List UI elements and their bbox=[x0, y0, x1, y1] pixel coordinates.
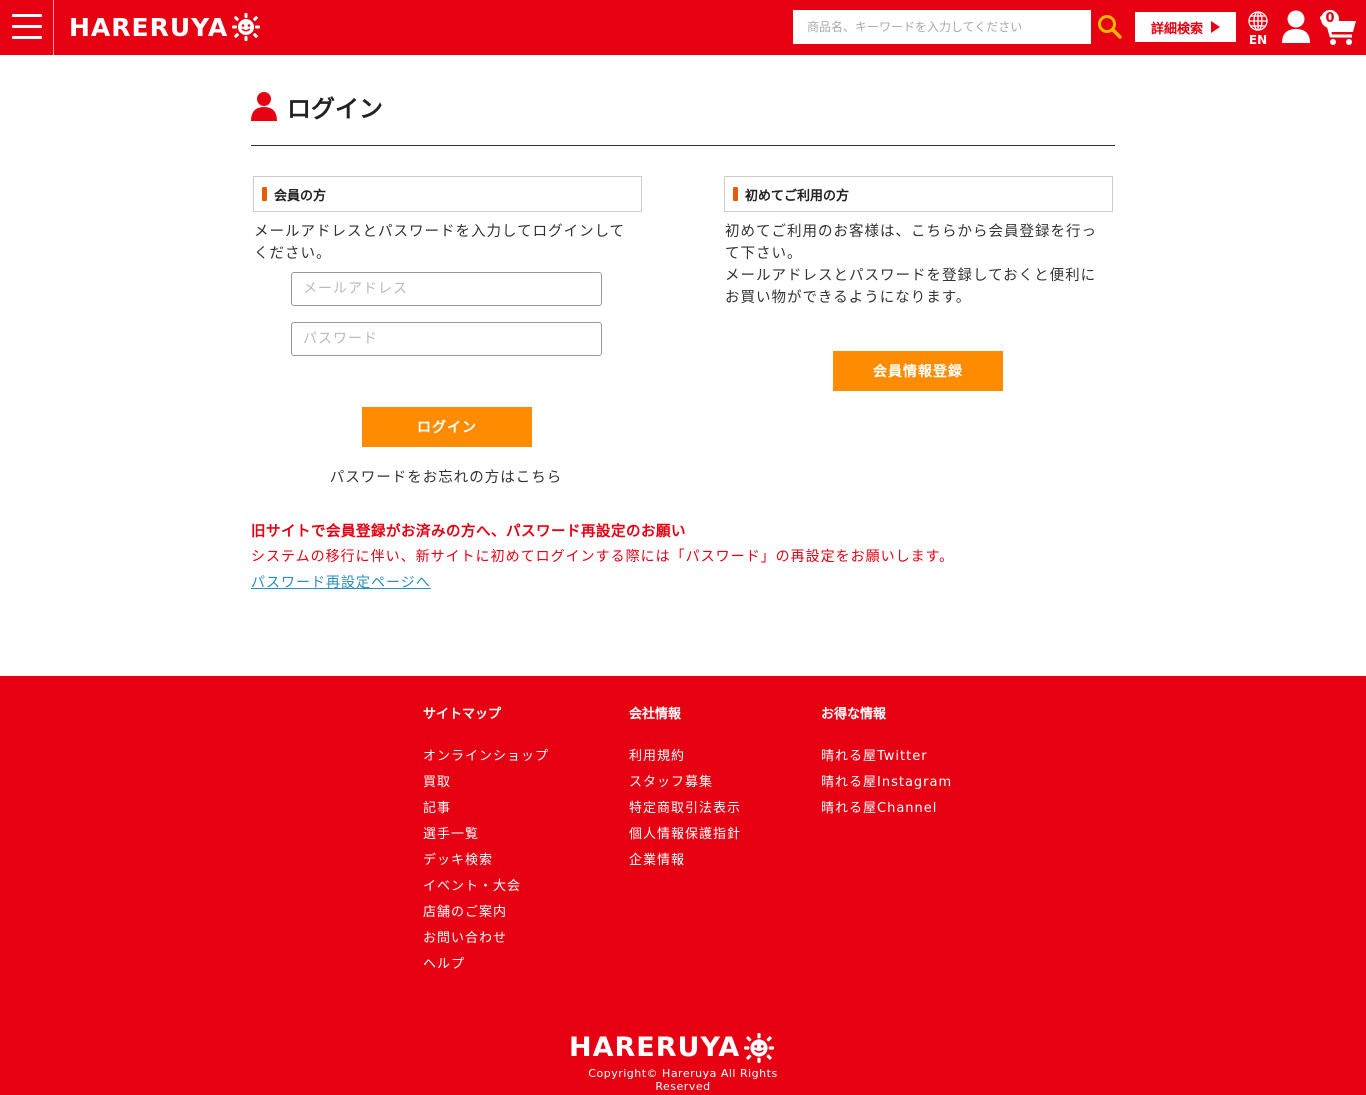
footer-link-list: オンラインショップ 買取 記事 選手一覧 デッキ検索 イベント・大会 店舗のご案… bbox=[423, 747, 549, 981]
notice-body: システムの移行に伴い、新サイトに初めてログインする際には「パスワード」の再設定を… bbox=[251, 549, 955, 565]
hamburger-line bbox=[12, 25, 42, 28]
search-input[interactable] bbox=[793, 10, 1091, 44]
new-user-heading-text: 初めてご利用の方 bbox=[745, 188, 850, 204]
password-field[interactable] bbox=[291, 322, 602, 356]
password-reset-link[interactable]: パスワード再設定ページへ bbox=[251, 572, 431, 592]
cart-count-badge: 0 bbox=[1321, 10, 1339, 28]
language-switch[interactable]: EN bbox=[1246, 10, 1270, 48]
footer-link[interactable]: 特定商取引法表示 bbox=[629, 799, 741, 825]
footer-column-title: サイトマップ bbox=[423, 707, 502, 722]
forgot-password-link[interactable]: パスワードをお忘れの方はこちら bbox=[251, 466, 641, 487]
search-icon bbox=[1098, 15, 1122, 39]
account-button[interactable] bbox=[1280, 9, 1312, 45]
hamburger-line bbox=[12, 36, 42, 39]
footer-column-title: 会社情報 bbox=[629, 707, 682, 722]
cart-button[interactable]: 0 bbox=[1318, 8, 1360, 48]
footer-link[interactable]: 記事 bbox=[423, 799, 549, 825]
footer-column-title: お得な情報 bbox=[821, 707, 887, 722]
footer-column-sitemap: サイトマップ オンラインショップ 買取 記事 選手一覧 デッキ検索 イベント・大… bbox=[423, 705, 549, 981]
site-header: HARERUYA 詳細検索 bbox=[0, 0, 1366, 55]
footer-link[interactable]: 選手一覧 bbox=[423, 825, 549, 851]
new-user-description: 初めてご利用のお客様は、こちらから会員登録を行っ て下さい。 メールアドレスとパ… bbox=[725, 221, 1125, 309]
play-arrow-icon bbox=[1211, 21, 1220, 33]
menu-button[interactable] bbox=[0, 0, 54, 55]
sun-mascot-icon bbox=[232, 13, 261, 41]
footer-column-deals: お得な情報 晴れる屋Twitter 晴れる屋Instagram 晴れる屋Chan… bbox=[821, 705, 952, 825]
advanced-search-button[interactable]: 詳細検索 bbox=[1135, 12, 1236, 42]
footer-link[interactable]: イベント・大会 bbox=[423, 877, 549, 903]
footer-link[interactable]: 店舗のご案内 bbox=[423, 903, 549, 929]
footer-link-list: 晴れる屋Twitter 晴れる屋Instagram 晴れる屋Channel bbox=[821, 747, 952, 825]
footer-link[interactable]: 個人情報保護指針 bbox=[629, 825, 741, 851]
member-heading-text: 会員の方 bbox=[274, 188, 327, 204]
footer-link[interactable]: 企業情報 bbox=[629, 851, 741, 877]
user-icon bbox=[1282, 10, 1310, 43]
search-button[interactable] bbox=[1095, 12, 1125, 42]
member-description-line: ください。 bbox=[254, 246, 332, 262]
hamburger-line bbox=[12, 14, 42, 17]
member-description-line: メールアドレスとパスワードを入力してログインして bbox=[254, 224, 626, 240]
new-user-description-line: て下さい。 bbox=[725, 246, 803, 262]
footer-link[interactable]: オンラインショップ bbox=[423, 747, 549, 773]
footer-column-company: 会社情報 利用規約 スタッフ募集 特定商取引法表示 個人情報保護指針 企業情報 bbox=[629, 705, 741, 877]
sun-mascot-icon bbox=[744, 1032, 775, 1063]
footer-logo-text: HARERUYA bbox=[569, 1032, 741, 1063]
user-icon bbox=[251, 92, 277, 121]
register-button[interactable]: 会員情報登録 bbox=[833, 351, 1003, 391]
footer-link[interactable]: お問い合わせ bbox=[423, 929, 549, 955]
site-footer: サイトマップ オンラインショップ 買取 記事 選手一覧 デッキ検索 イベント・大… bbox=[0, 676, 1366, 1095]
footer-link-list: 利用規約 スタッフ募集 特定商取引法表示 個人情報保護指針 企業情報 bbox=[629, 747, 741, 877]
footer-logo[interactable]: HARERUYA bbox=[569, 1032, 775, 1063]
footer-link[interactable]: 晴れる屋Instagram bbox=[821, 773, 952, 799]
new-user-section-heading: 初めてご利用の方 bbox=[724, 176, 1113, 212]
notice-title: 旧サイトで会員登録がお済みの方へ、パスワード再設定のお願い bbox=[251, 524, 686, 540]
member-section-heading: 会員の方 bbox=[253, 176, 642, 212]
heading-accent-bar bbox=[733, 187, 738, 201]
footer-link[interactable]: 利用規約 bbox=[629, 747, 741, 773]
login-button[interactable]: ログイン bbox=[362, 407, 532, 447]
footer-link[interactable]: スタッフ募集 bbox=[629, 773, 741, 799]
page-heading: ログイン bbox=[251, 88, 383, 124]
member-description: メールアドレスとパスワードを入力してログインして ください。 bbox=[254, 221, 654, 265]
language-label: EN bbox=[1248, 33, 1268, 47]
heading-accent-bar bbox=[262, 187, 267, 201]
logo-text: HARERUYA bbox=[69, 12, 229, 42]
advanced-search-label: 詳細検索 bbox=[1150, 21, 1203, 37]
site-logo[interactable]: HARERUYA bbox=[69, 11, 261, 43]
globe-icon bbox=[1248, 11, 1268, 31]
page-title: ログイン bbox=[287, 94, 383, 123]
new-user-description-line: 初めてご利用のお客様は、こちらから会員登録を行っ bbox=[725, 224, 1097, 240]
footer-link[interactable]: ヘルプ bbox=[423, 955, 549, 981]
footer-link[interactable]: 買取 bbox=[423, 773, 549, 799]
footer-link[interactable]: デッキ検索 bbox=[423, 851, 549, 877]
footer-link[interactable]: 晴れる屋Channel bbox=[821, 799, 952, 825]
new-user-description-line: お買い物ができるようになります。 bbox=[725, 290, 972, 306]
email-field[interactable] bbox=[291, 272, 602, 306]
copyright-text: Copyright© Hareruya All Rights Reserved bbox=[588, 1067, 778, 1093]
new-user-description-line: メールアドレスとパスワードを登録しておくと便利に bbox=[725, 268, 1097, 284]
footer-link[interactable]: 晴れる屋Twitter bbox=[821, 747, 952, 773]
title-divider bbox=[251, 145, 1115, 146]
